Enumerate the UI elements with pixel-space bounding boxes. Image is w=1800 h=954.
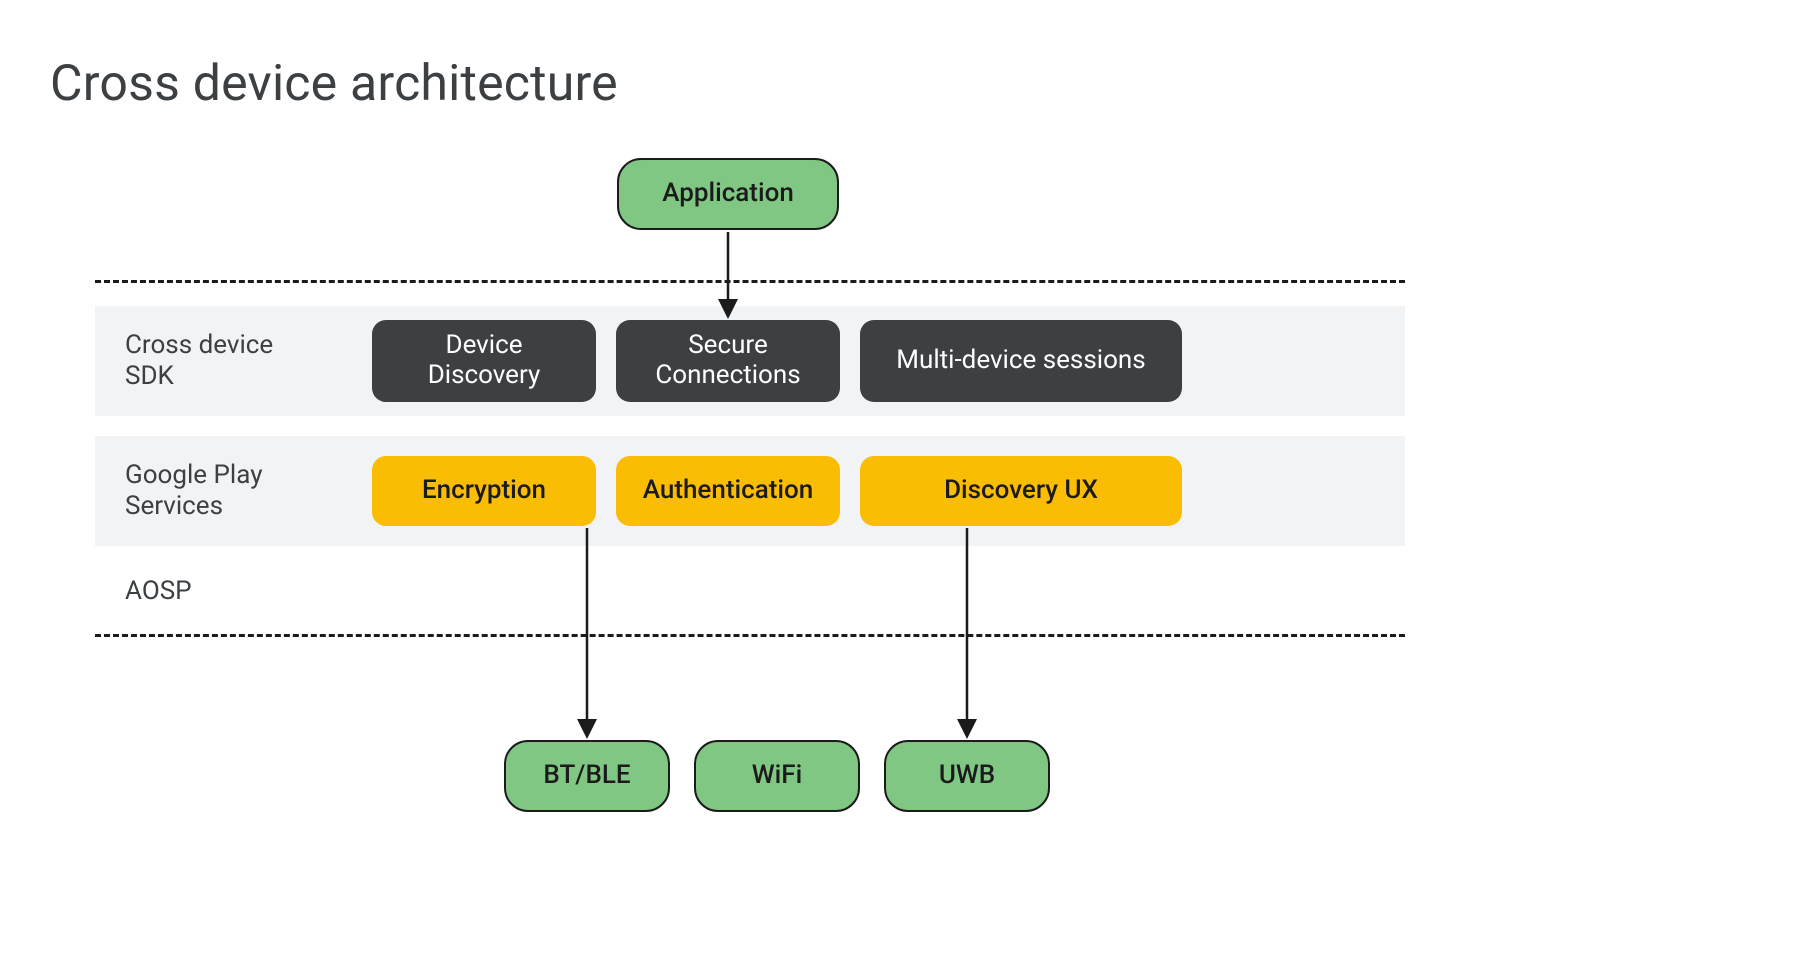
divider-top — [95, 280, 1405, 283]
label-aosp: AOSP — [125, 576, 325, 607]
node-encryption: Encryption — [372, 456, 596, 526]
node-discovery-ux-text: Discovery UX — [944, 476, 1098, 506]
node-device-discovery: Device Discovery — [372, 320, 596, 402]
node-application-text: Application — [662, 179, 794, 209]
node-uwb: UWB — [884, 740, 1050, 812]
label-sdk-text: Cross device SDK — [125, 330, 273, 391]
node-authentication: Authentication — [616, 456, 840, 526]
node-device-discovery-text: Device Discovery — [394, 331, 574, 391]
node-secure-connections: Secure Connections — [616, 320, 840, 402]
node-multi-device-sessions-text: Multi-device sessions — [896, 346, 1145, 376]
node-uwb-text: UWB — [939, 761, 995, 791]
node-multi-device-sessions: Multi-device sessions — [860, 320, 1182, 402]
node-encryption-text: Encryption — [422, 476, 546, 506]
diagram-title: Cross device architecture — [50, 55, 618, 113]
label-sdk: Cross device SDK — [125, 330, 325, 392]
node-bt-ble: BT/BLE — [504, 740, 670, 812]
node-application: Application — [617, 158, 839, 230]
label-aosp-text: AOSP — [125, 576, 192, 606]
diagram-canvas: Cross device architecture Cross device S… — [0, 0, 1800, 954]
node-secure-connections-text: Secure Connections — [633, 331, 823, 391]
node-wifi: WiFi — [694, 740, 860, 812]
node-discovery-ux: Discovery UX — [860, 456, 1182, 526]
node-authentication-text: Authentication — [643, 476, 813, 506]
node-wifi-text: WiFi — [752, 761, 802, 791]
label-play: Google Play Services — [125, 460, 325, 522]
node-bt-ble-text: BT/BLE — [543, 761, 630, 791]
divider-bottom — [95, 634, 1405, 637]
label-play-text: Google Play Services — [125, 460, 263, 521]
